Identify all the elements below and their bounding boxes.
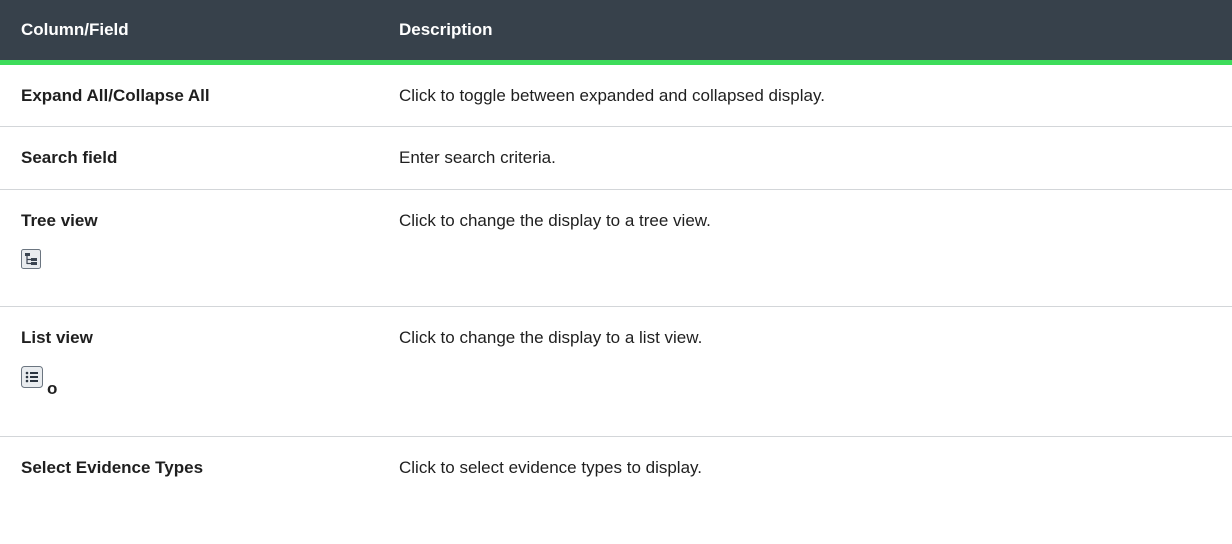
table-row: Select Evidence Types Click to select ev… — [0, 437, 1232, 507]
field-description: Click to toggle between expanded and col… — [378, 62, 1232, 127]
field-name: Tree view — [21, 211, 98, 230]
table-row: Search field Enter search criteria. — [0, 126, 1232, 190]
field-name: Select Evidence Types — [21, 458, 204, 477]
field-cell: Tree view — [0, 189, 378, 307]
field-name: Search field — [0, 126, 378, 190]
field-name: List view — [21, 328, 93, 347]
tree-view-icon — [21, 249, 41, 269]
column-header-field: Column/Field — [0, 0, 378, 65]
column-header-description: Description — [378, 0, 1232, 65]
field-description: Enter search criteria. — [378, 126, 1232, 190]
list-view-icon — [21, 366, 43, 388]
field-description: Click to select evidence types to displa… — [399, 458, 702, 477]
list-view-icon-suffix: o — [47, 379, 58, 398]
field-description: Click to change the display to a list vi… — [378, 306, 1232, 437]
field-description: Click to change the display to a tree vi… — [378, 189, 1232, 307]
field-description-table: Column/Field Description Expand All/Coll… — [0, 0, 1232, 506]
table-header-row: Column/Field Description — [0, 0, 1232, 65]
field-cell: List view o — [0, 306, 378, 437]
table-row: List view o Click to change the display … — [0, 306, 1232, 437]
field-name: Expand All/Collapse All — [0, 62, 378, 127]
table-row: Tree view Click to change the display to… — [0, 189, 1232, 307]
table-row: Expand All/Collapse All Click to toggle … — [0, 62, 1232, 127]
